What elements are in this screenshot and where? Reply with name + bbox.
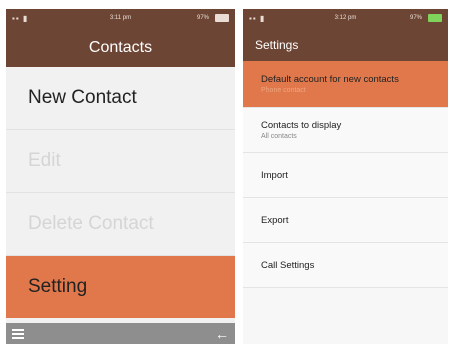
battery-percent: 97% — [409, 15, 422, 21]
status-bar: ▪▪ ▮ 3:12 pm 97% — [243, 9, 448, 28]
setting-call-settings[interactable]: Call Settings — [243, 243, 448, 288]
page-title: Settings — [243, 28, 448, 61]
arrow-left-icon[interactable]: ← — [215, 327, 229, 341]
setting-default-account[interactable]: Default account for new contacts Phone c… — [243, 61, 448, 108]
setting-export[interactable]: Export — [243, 198, 448, 243]
menu-item-setting[interactable]: Setting — [6, 256, 235, 318]
menu-item-label: Setting — [28, 276, 88, 297]
setting-contacts-to-display[interactable]: Contacts to display All contacts — [243, 108, 448, 153]
battery-percent: 97% — [196, 15, 209, 21]
menu-item-delete-contact: Delete Contact — [6, 193, 235, 256]
setting-label: Export — [261, 214, 289, 226]
page-title: Contacts — [6, 28, 235, 67]
battery-icon — [215, 14, 229, 22]
settings-screen: ▪▪ ▮ 3:12 pm 97% Settings Default accoun… — [243, 9, 448, 344]
menu-item-new-contact[interactable]: New Contact — [6, 67, 235, 130]
menu-item-label: Edit — [28, 150, 61, 171]
setting-label: Contacts to display — [261, 120, 342, 131]
status-bar: ▪▪ ▮ 3:11 pm 97% — [6, 9, 235, 28]
setting-value: Phone contact — [261, 87, 306, 94]
bottom-bar: ← — [6, 323, 235, 344]
setting-label: Call Settings — [261, 259, 315, 271]
menu-item-edit: Edit — [6, 130, 235, 193]
contacts-screen: ▪▪ ▮ 3:11 pm 97% Contacts New Contact Ed… — [6, 9, 235, 344]
setting-label: Default account for new contacts — [261, 74, 399, 85]
menu-item-label: New Contact — [28, 87, 137, 108]
setting-import[interactable]: Import — [243, 153, 448, 198]
setting-value: All contacts — [261, 133, 297, 140]
menu-item-label: Delete Contact — [28, 213, 154, 234]
battery-charging-icon — [428, 14, 442, 22]
setting-label: Import — [261, 169, 288, 181]
menu-icon[interactable] — [12, 328, 24, 339]
